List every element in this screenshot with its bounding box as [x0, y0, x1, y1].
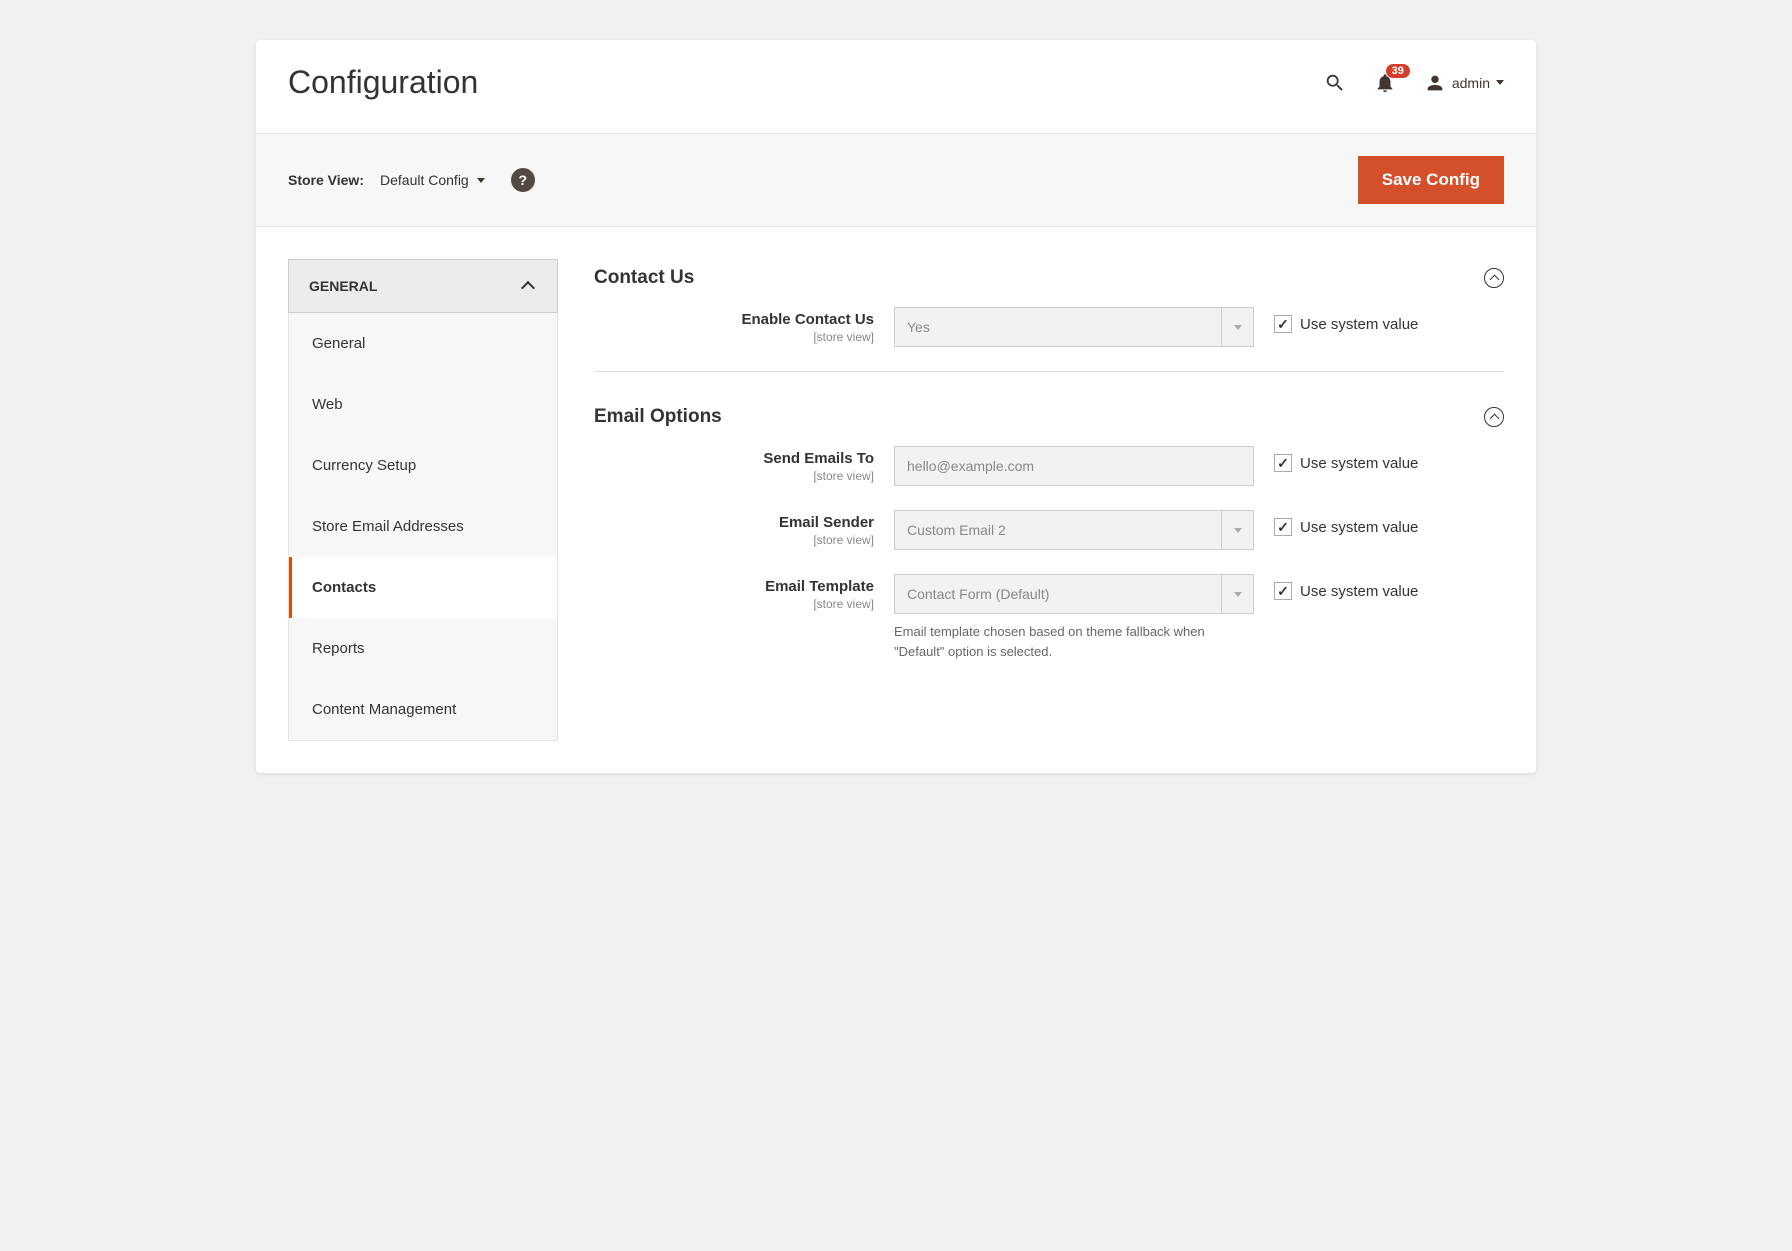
use-system-value-label: Use system value [1300, 582, 1418, 602]
caret-down-icon [1496, 80, 1504, 85]
field-label: Email Sender [779, 514, 874, 531]
field-label: Send Emails To [763, 450, 874, 467]
chevron-up-icon [523, 279, 537, 293]
field-input-col [894, 446, 1254, 486]
use-system-value-checkbox[interactable] [1274, 582, 1292, 600]
field-send-emails-to: Send Emails To [store view] Use system v… [594, 446, 1504, 486]
sidebar-item-label: Web [312, 396, 343, 413]
user-menu[interactable]: admin [1424, 72, 1504, 94]
sidebar-item-label: Content Management [312, 701, 456, 718]
field-input-col: Yes [894, 307, 1254, 347]
page-header: Configuration 39 admin [256, 40, 1536, 133]
use-system-value-label: Use system value [1300, 518, 1418, 538]
email-template-select[interactable]: Contact Form (Default) [894, 574, 1254, 614]
field-email-sender: Email Sender [store view] Custom Email 2… [594, 510, 1504, 550]
section-contact-us: Contact Us Enable Contact Us [store view… [594, 259, 1504, 347]
section-title: Contact Us [594, 267, 694, 289]
help-icon[interactable]: ? [511, 168, 535, 192]
select-arrow-icon [1221, 575, 1253, 613]
caret-down-icon [477, 178, 485, 183]
page-title: Configuration [288, 64, 478, 101]
field-hint: Email template chosen based on theme fal… [894, 622, 1254, 661]
use-system-value-wrap: Use system value [1274, 315, 1504, 335]
sidebar-items: General Web Currency Setup Store Email A… [288, 313, 558, 741]
section-title: Email Options [594, 406, 722, 428]
search-icon[interactable] [1324, 72, 1346, 94]
field-check-col: Use system value [1274, 446, 1504, 474]
main-panel: Contact Us Enable Contact Us [store view… [594, 259, 1504, 741]
sidebar-item-label: Contacts [312, 579, 376, 596]
use-system-value-label: Use system value [1300, 454, 1418, 474]
notifications-icon[interactable]: 39 [1374, 72, 1396, 94]
field-check-col: Use system value [1274, 574, 1504, 602]
toolbar: Store View: Default Config ? Save Config [256, 133, 1536, 227]
enable-contact-us-select[interactable]: Yes [894, 307, 1254, 347]
content: GENERAL General Web Currency Setup Store… [256, 227, 1536, 773]
select-value: Yes [907, 319, 930, 335]
user-icon [1424, 72, 1446, 94]
save-config-button[interactable]: Save Config [1358, 156, 1504, 204]
use-system-value-wrap: Use system value [1274, 518, 1504, 538]
select-value: Contact Form (Default) [907, 586, 1049, 602]
sidebar-item-reports[interactable]: Reports [289, 618, 557, 679]
field-label: Enable Contact Us [741, 311, 874, 328]
select-arrow-icon [1221, 308, 1253, 346]
sidebar-item-web[interactable]: Web [289, 374, 557, 435]
field-scope: [store view] [594, 597, 874, 611]
use-system-value-checkbox[interactable] [1274, 454, 1292, 472]
field-email-template: Email Template [store view] Contact Form… [594, 574, 1504, 661]
select-arrow-icon [1221, 511, 1253, 549]
sidebar-item-contacts[interactable]: Contacts [289, 557, 557, 618]
use-system-value-checkbox[interactable] [1274, 315, 1292, 333]
collapse-icon [1484, 268, 1504, 288]
use-system-value-checkbox[interactable] [1274, 518, 1292, 536]
sidebar-item-label: General [312, 335, 365, 352]
field-check-col: Use system value [1274, 307, 1504, 335]
field-scope: [store view] [594, 533, 874, 547]
config-window: Configuration 39 admin Store View: Defau… [256, 40, 1536, 773]
sidebar-item-store-email-addresses[interactable]: Store Email Addresses [289, 496, 557, 557]
store-view-value: Default Config [380, 172, 469, 188]
field-label-col: Enable Contact Us [store view] [594, 307, 874, 344]
section-header-contact-us[interactable]: Contact Us [594, 259, 1504, 307]
user-label: admin [1452, 75, 1490, 91]
sidebar: GENERAL General Web Currency Setup Store… [288, 259, 558, 741]
field-check-col: Use system value [1274, 510, 1504, 538]
field-label-col: Email Template [store view] [594, 574, 874, 611]
sidebar-group-title: GENERAL [309, 278, 377, 294]
use-system-value-wrap: Use system value [1274, 582, 1504, 602]
sidebar-item-label: Store Email Addresses [312, 518, 464, 535]
sidebar-group-general[interactable]: GENERAL [288, 259, 558, 313]
field-label-col: Send Emails To [store view] [594, 446, 874, 483]
use-system-value-wrap: Use system value [1274, 454, 1504, 474]
field-input-col: Contact Form (Default) Email template ch… [894, 574, 1254, 661]
field-scope: [store view] [594, 469, 874, 483]
field-input-col: Custom Email 2 [894, 510, 1254, 550]
header-actions: 39 admin [1324, 72, 1504, 94]
notification-badge: 39 [1386, 64, 1410, 78]
section-header-email-options[interactable]: Email Options [594, 398, 1504, 446]
field-label: Email Template [765, 578, 874, 595]
sidebar-item-label: Currency Setup [312, 457, 416, 474]
sidebar-item-general[interactable]: General [289, 313, 557, 374]
store-view-select[interactable]: Default Config [380, 172, 485, 188]
collapse-icon [1484, 407, 1504, 427]
field-scope: [store view] [594, 330, 874, 344]
field-enable-contact-us: Enable Contact Us [store view] Yes Use s… [594, 307, 1504, 347]
email-sender-select[interactable]: Custom Email 2 [894, 510, 1254, 550]
select-value: Custom Email 2 [907, 522, 1006, 538]
sidebar-item-label: Reports [312, 640, 365, 657]
use-system-value-label: Use system value [1300, 315, 1418, 335]
toolbar-left: Store View: Default Config ? [288, 168, 535, 192]
section-divider [594, 371, 1504, 372]
store-view-label: Store View: [288, 172, 364, 188]
section-email-options: Email Options Send Emails To [store view… [594, 398, 1504, 661]
field-label-col: Email Sender [store view] [594, 510, 874, 547]
sidebar-item-content-management[interactable]: Content Management [289, 679, 557, 740]
sidebar-item-currency-setup[interactable]: Currency Setup [289, 435, 557, 496]
send-emails-to-input[interactable] [894, 446, 1254, 486]
